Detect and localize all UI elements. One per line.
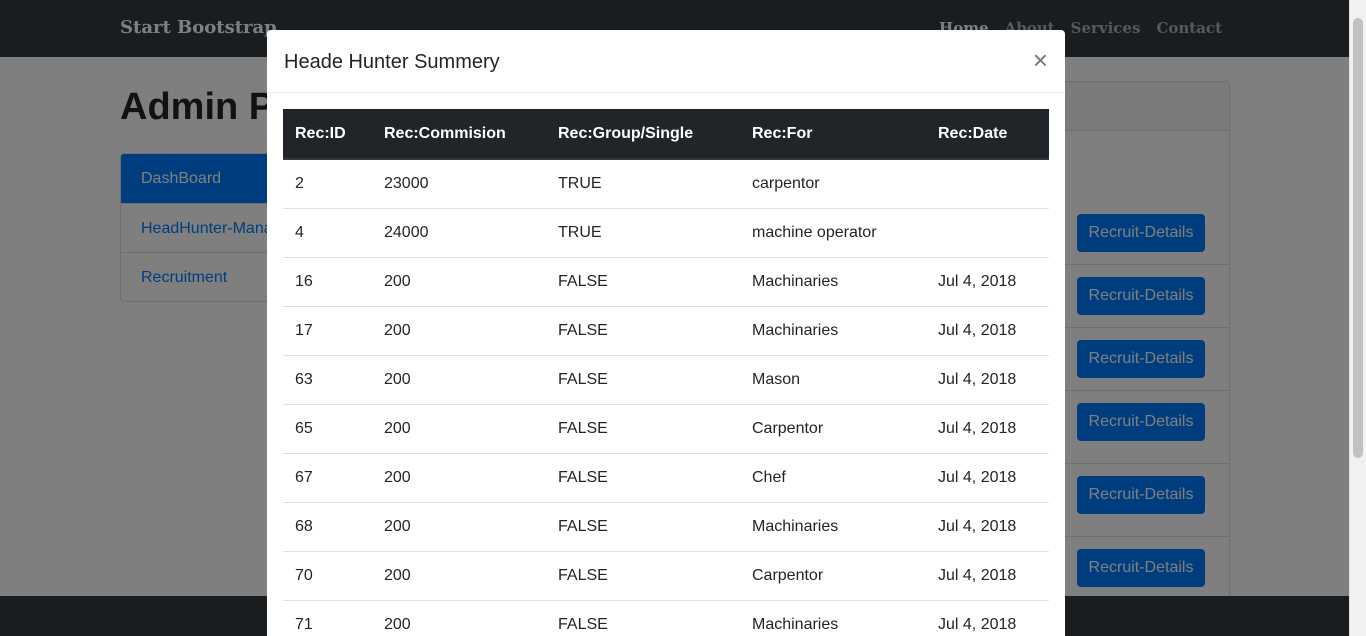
column-header-rec-id: Rec:ID xyxy=(283,109,372,160)
cell-rec-date: Jul 4, 2018 xyxy=(926,256,1049,306)
table-row: 71 200 FALSE Machinaries Jul 4, 2018 xyxy=(283,599,1049,636)
cell-rec-commision: 200 xyxy=(372,550,546,600)
table-row: 16 200 FALSE Machinaries Jul 4, 2018 xyxy=(283,256,1049,306)
cell-rec-id: 2 xyxy=(283,158,372,208)
table-row: 63 200 FALSE Mason Jul 4, 2018 xyxy=(283,354,1049,404)
column-header-rec-date: Rec:Date xyxy=(926,109,1049,160)
cell-rec-date: Jul 4, 2018 xyxy=(926,501,1049,551)
cell-rec-for: Machinaries xyxy=(740,256,926,306)
cell-rec-id: 4 xyxy=(283,207,372,257)
summary-table: Rec:ID Rec:Commision Rec:Group/Single Re… xyxy=(283,109,1049,636)
cell-rec-group-single: FALSE xyxy=(546,403,740,453)
cell-rec-for: carpentor xyxy=(740,158,926,208)
modal-title: Heade Hunter Summery xyxy=(284,51,500,73)
cell-rec-commision: 200 xyxy=(372,452,546,502)
table-row: 17 200 FALSE Machinaries Jul 4, 2018 xyxy=(283,305,1049,355)
cell-rec-group-single: TRUE xyxy=(546,207,740,257)
cell-rec-group-single: FALSE xyxy=(546,452,740,502)
table-header-row: Rec:ID Rec:Commision Rec:Group/Single Re… xyxy=(283,109,1049,160)
cell-rec-date: Jul 4, 2018 xyxy=(926,599,1049,636)
table-row: 2 23000 TRUE carpentor xyxy=(283,158,1049,208)
cell-rec-id: 16 xyxy=(283,256,372,306)
cell-rec-group-single: FALSE xyxy=(546,256,740,306)
cell-rec-for: Carpentor xyxy=(740,550,926,600)
cell-rec-date: Jul 4, 2018 xyxy=(926,305,1049,355)
scrollbar-thumb[interactable] xyxy=(1353,18,1363,458)
cell-rec-for: Machinaries xyxy=(740,501,926,551)
table-row: 68 200 FALSE Machinaries Jul 4, 2018 xyxy=(283,501,1049,551)
cell-rec-id: 68 xyxy=(283,501,372,551)
cell-rec-id: 17 xyxy=(283,305,372,355)
cell-rec-date: Jul 4, 2018 xyxy=(926,403,1049,453)
cell-rec-date: Jul 4, 2018 xyxy=(926,354,1049,404)
table-row: 65 200 FALSE Carpentor Jul 4, 2018 xyxy=(283,403,1049,453)
cell-rec-commision: 200 xyxy=(372,599,546,636)
cell-rec-group-single: FALSE xyxy=(546,501,740,551)
cell-rec-commision: 24000 xyxy=(372,207,546,257)
cell-rec-for: Mason xyxy=(740,354,926,404)
cell-rec-for: Machinaries xyxy=(740,305,926,355)
cell-rec-date xyxy=(926,158,1049,208)
cell-rec-for: Carpentor xyxy=(740,403,926,453)
cell-rec-commision: 23000 xyxy=(372,158,546,208)
cell-rec-group-single: FALSE xyxy=(546,550,740,600)
cell-rec-id: 67 xyxy=(283,452,372,502)
column-header-rec-group-single: Rec:Group/Single xyxy=(546,109,740,160)
cell-rec-group-single: FALSE xyxy=(546,599,740,636)
cell-rec-date xyxy=(926,207,1049,257)
cell-rec-group-single: FALSE xyxy=(546,305,740,355)
column-header-rec-for: Rec:For xyxy=(740,109,926,160)
cell-rec-commision: 200 xyxy=(372,354,546,404)
cell-rec-group-single: TRUE xyxy=(546,158,740,208)
cell-rec-for: Machinaries xyxy=(740,599,926,636)
cell-rec-id: 65 xyxy=(283,403,372,453)
cell-rec-commision: 200 xyxy=(372,403,546,453)
cell-rec-commision: 200 xyxy=(372,305,546,355)
column-header-rec-commision: Rec:Commision xyxy=(372,109,546,160)
cell-rec-commision: 200 xyxy=(372,256,546,306)
table-row: 70 200 FALSE Carpentor Jul 4, 2018 xyxy=(283,550,1049,600)
close-icon[interactable]: × xyxy=(1033,47,1048,73)
cell-rec-for: Chef xyxy=(740,452,926,502)
cell-rec-id: 71 xyxy=(283,599,372,636)
cell-rec-for: machine operator xyxy=(740,207,926,257)
window-scrollbar[interactable] xyxy=(1349,0,1366,636)
table-row: 67 200 FALSE Chef Jul 4, 2018 xyxy=(283,452,1049,502)
cell-rec-id: 63 xyxy=(283,354,372,404)
cell-rec-group-single: FALSE xyxy=(546,354,740,404)
cell-rec-id: 70 xyxy=(283,550,372,600)
summary-modal: Heade Hunter Summery × Rec:ID Rec:Commis… xyxy=(267,30,1065,636)
cell-rec-date: Jul 4, 2018 xyxy=(926,452,1049,502)
cell-rec-date: Jul 4, 2018 xyxy=(926,550,1049,600)
modal-header: Heade Hunter Summery × xyxy=(267,30,1065,93)
table-row: 4 24000 TRUE machine operator xyxy=(283,207,1049,257)
cell-rec-commision: 200 xyxy=(372,501,546,551)
